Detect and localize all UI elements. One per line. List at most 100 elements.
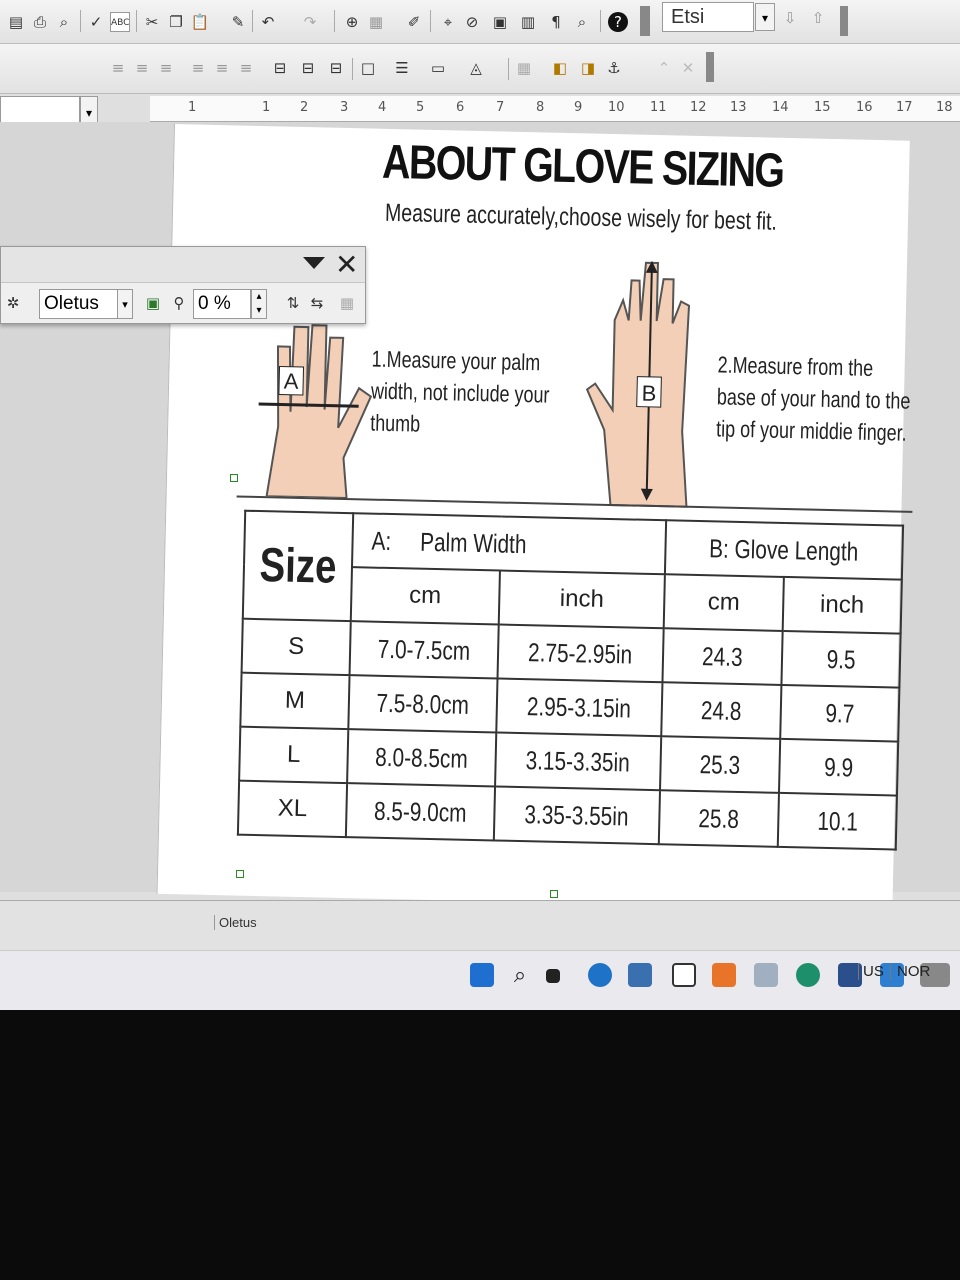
- frame-properties-icon[interactable]: ⌃: [654, 58, 674, 78]
- palm-width-header: A: Palm Width: [351, 513, 667, 575]
- flip-horizontal-icon[interactable]: ⇆: [307, 293, 327, 313]
- copy-icon[interactable]: ❐: [166, 12, 186, 32]
- formatting-marks-icon[interactable]: ¶: [546, 12, 566, 32]
- separator: [508, 58, 509, 80]
- toolbar-handle[interactable]: [706, 52, 714, 82]
- document-page[interactable]: ABOUT GLOVE SIZING Measure accurately,ch…: [156, 124, 913, 911]
- toolbar-handle[interactable]: [640, 6, 650, 36]
- autospell-icon[interactable]: ABC: [110, 12, 130, 32]
- close-toolbar-icon[interactable]: ✕: [678, 58, 698, 78]
- horizontal-ruler[interactable]: 1 1 2 3 4 5 6 7 8 9 10 11 12 13 14 15 16…: [150, 96, 960, 122]
- monitor-bezel: [0, 1010, 960, 1280]
- status-bar: Oletus: [0, 900, 960, 950]
- app-icon[interactable]: [628, 963, 652, 987]
- keyboard-layout-us[interactable]: US: [858, 963, 884, 980]
- selection-handle[interactable]: [236, 870, 244, 878]
- transparency-spinner[interactable]: ▴ ▾: [251, 289, 267, 319]
- palm-cm-cell: 8.0-8.5cm: [347, 729, 496, 787]
- ruler-number: 18: [936, 100, 953, 115]
- print-icon[interactable]: ⎙: [30, 12, 50, 32]
- ruler-number: 17: [896, 100, 913, 115]
- unit-header: cm: [350, 567, 500, 625]
- bring-to-front-icon[interactable]: ◧: [550, 58, 570, 78]
- palm-inch-cell: 3.15-3.35in: [494, 732, 662, 791]
- filter-icon[interactable]: ✲: [3, 293, 23, 313]
- link-frames-icon[interactable]: ▦: [514, 58, 534, 78]
- size-cell: S: [241, 618, 351, 676]
- palm-inch-cell: 2.75-2.95in: [497, 624, 665, 683]
- align-top-icon[interactable]: ⊟: [270, 58, 290, 78]
- color-icon[interactable]: ▣: [143, 293, 163, 313]
- start-icon[interactable]: [470, 963, 494, 987]
- ruler-number: 1: [188, 100, 197, 115]
- notepad-icon[interactable]: [672, 963, 696, 987]
- find-replace-icon[interactable]: ⌖: [438, 12, 458, 32]
- status-page-style[interactable]: Oletus: [214, 915, 257, 930]
- database-icon[interactable]: ▥: [518, 12, 538, 32]
- length-inch-cell: 10.1: [777, 792, 897, 850]
- separator: [334, 10, 335, 32]
- undo-icon[interactable]: ↶: [258, 12, 278, 32]
- wrap-left-icon[interactable]: ≡: [188, 58, 208, 78]
- graphics-mode-select[interactable]: Oletus: [39, 289, 119, 319]
- align-bottom-icon[interactable]: ⊟: [326, 58, 346, 78]
- search-input[interactable]: Etsi: [662, 2, 754, 32]
- navigator-icon[interactable]: ⊕: [342, 12, 362, 32]
- draw-functions-icon[interactable]: ✐: [404, 12, 424, 32]
- keyboard-layout-nor[interactable]: NOR: [890, 963, 930, 980]
- search-dropdown-button[interactable]: ▾: [755, 3, 775, 31]
- task-view-icon[interactable]: [546, 969, 560, 983]
- redo-icon[interactable]: ↷: [300, 12, 320, 32]
- panel-menu-arrow-icon[interactable]: [303, 257, 325, 269]
- borders-icon[interactable]: □: [358, 58, 378, 78]
- edge-icon[interactable]: [796, 963, 820, 987]
- paste-icon[interactable]: 📋: [190, 12, 210, 32]
- table-icon[interactable]: ▦: [366, 12, 386, 32]
- wrap-right-icon[interactable]: ≡: [212, 58, 232, 78]
- zoom-icon[interactable]: ⌕: [572, 12, 592, 32]
- find-previous-icon[interactable]: ⇧: [808, 8, 828, 28]
- align-center-icon[interactable]: ⊟: [298, 58, 318, 78]
- cut-icon[interactable]: ✂: [142, 12, 162, 32]
- background-color-icon[interactable]: ◬: [466, 58, 486, 78]
- export-pdf-icon[interactable]: ▤: [6, 12, 26, 32]
- wrap-through-icon[interactable]: ≡: [236, 58, 256, 78]
- office-icon[interactable]: [712, 963, 736, 987]
- glove-length-hand-illustration: B: [585, 260, 691, 508]
- optimal-wrap-icon[interactable]: ≡: [156, 58, 176, 78]
- graphics-mode-dropdown-button[interactable]: ▾: [117, 289, 133, 319]
- send-to-back-icon[interactable]: ◨: [578, 58, 598, 78]
- transparency-icon[interactable]: ⚲: [169, 293, 189, 313]
- help-icon[interactable]: ?: [608, 12, 628, 32]
- panel-titlebar[interactable]: ✕: [1, 247, 365, 283]
- anchor-icon[interactable]: ⚓: [604, 58, 624, 78]
- toolbar-handle[interactable]: [840, 6, 848, 36]
- flip-vertical-icon[interactable]: ⇅: [283, 293, 303, 313]
- crop-icon[interactable]: ▦: [337, 293, 357, 313]
- selection-handle[interactable]: [230, 474, 238, 482]
- palm-cm-cell: 7.0-7.5cm: [349, 621, 499, 679]
- search-icon[interactable]: ⌕: [508, 963, 532, 987]
- wrap-off-icon[interactable]: ≡: [108, 58, 128, 78]
- chat-icon[interactable]: [588, 963, 612, 987]
- remote-desktop-icon[interactable]: [754, 963, 778, 987]
- panel-close-icon[interactable]: ✕: [335, 251, 358, 279]
- ruler-number: 6: [456, 100, 465, 115]
- gallery-icon[interactable]: ⊘: [462, 12, 482, 32]
- page-wrap-icon[interactable]: ≡: [132, 58, 152, 78]
- find-next-icon[interactable]: ⇩: [780, 8, 800, 28]
- ruler-number: 3: [340, 100, 349, 115]
- transparency-input[interactable]: 0 %: [193, 289, 251, 319]
- screen: ▤ ⎙ ⌕ ✓ ABC ✂ ❐ 📋 ✎ ↶ ↷ ⊕ ▦ ✐ ⌖ ⊘ ▣ ▥ ¶ …: [0, 0, 960, 1010]
- taskbar: ⌕ US NOR: [0, 950, 960, 1010]
- spellcheck-icon[interactable]: ✓: [86, 12, 106, 32]
- clone-formatting-icon[interactable]: ✎: [228, 12, 248, 32]
- border-color-icon[interactable]: ▭: [428, 58, 448, 78]
- selection-handle[interactable]: [550, 890, 558, 898]
- palm-cm-cell: 7.5-8.0cm: [348, 675, 498, 733]
- print-preview-icon[interactable]: ⌕: [54, 12, 74, 32]
- border-style-icon[interactable]: ☰: [392, 58, 412, 78]
- data-sources-icon[interactable]: ▣: [490, 12, 510, 32]
- separator: [430, 10, 431, 32]
- frame-toolbar: ▾ ≡ ≡ ≡ ≡ ≡ ≡ ⊟ ⊟ ⊟ □ ☰ ▭ ◬ ▦ ◧ ◨ ⚓ ⌃ ✕: [0, 44, 960, 128]
